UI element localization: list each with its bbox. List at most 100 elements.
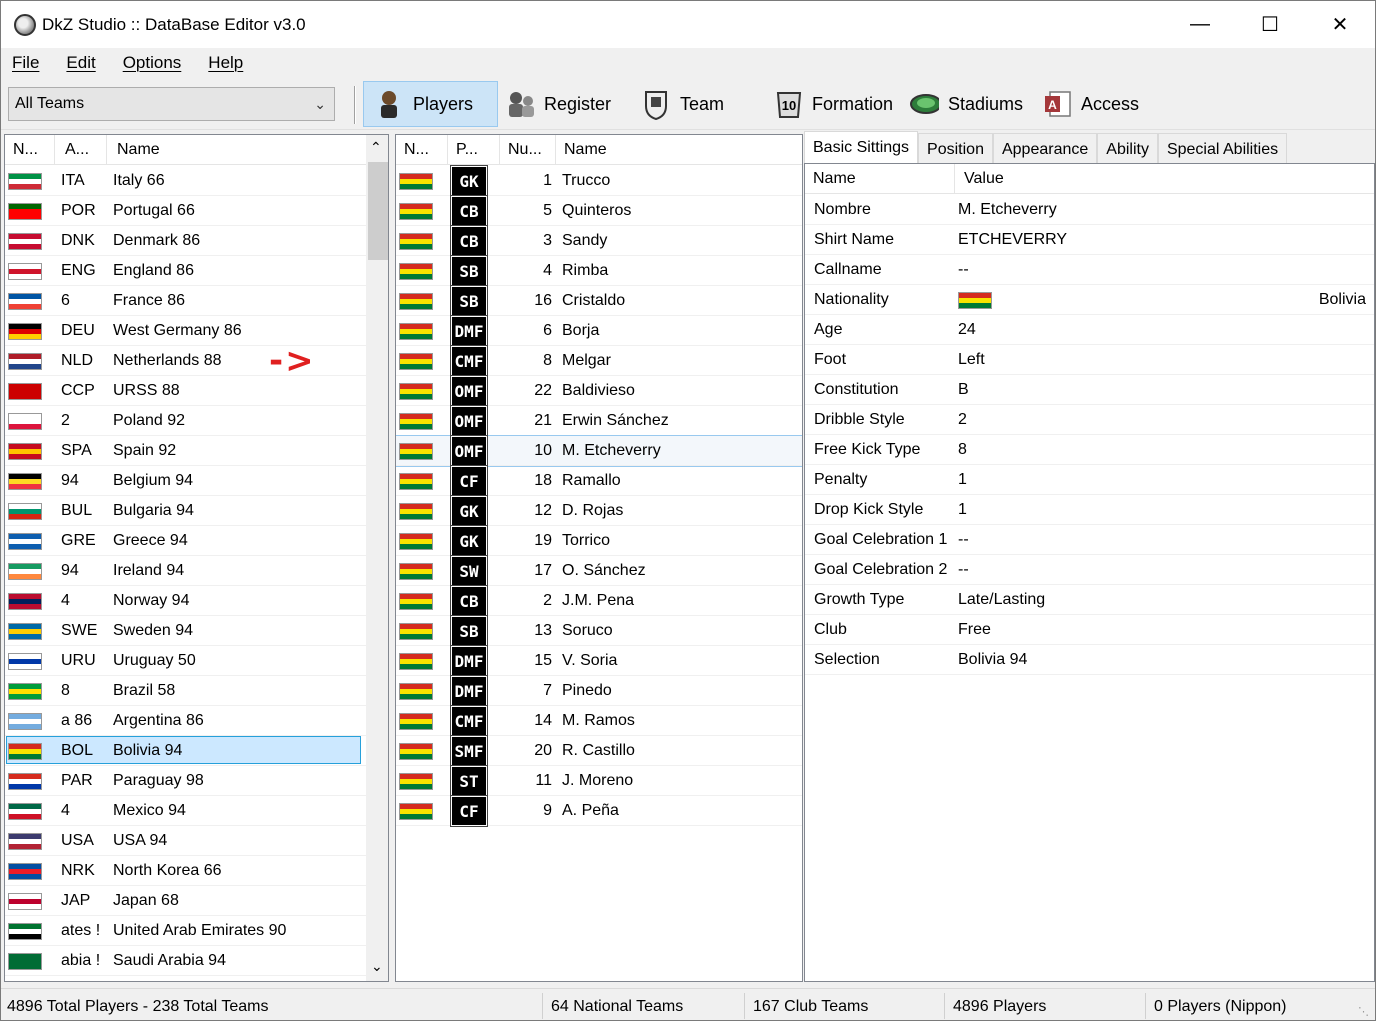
team-row[interactable]: SWE Sweden 94 — [5, 616, 367, 646]
tab-ability[interactable]: Ability — [1097, 133, 1158, 165]
col-player-name-header[interactable]: Name — [556, 135, 802, 165]
country-flag-icon — [8, 413, 42, 430]
team-row[interactable]: JAP Japan 68 — [5, 886, 367, 916]
team-row[interactable]: 94 Belgium 94 — [5, 466, 367, 496]
menu-options[interactable]: Options — [123, 53, 182, 73]
col-nationality-header[interactable]: N... — [5, 135, 55, 165]
resize-grip-icon[interactable]: ⋱ — [1358, 1005, 1369, 1018]
detail-row[interactable]: Age 24 — [805, 315, 1374, 345]
tab-basic-sittings[interactable]: Basic Sittings — [804, 131, 919, 165]
team-row[interactable]: a 86 Argentina 86 — [5, 706, 367, 736]
player-row[interactable]: SB 16 Cristaldo — [396, 285, 802, 317]
chevron-down-icon[interactable]: ⌄ — [314, 96, 326, 113]
player-number: 18 — [534, 472, 552, 489]
player-row[interactable]: SMF 20 R. Castillo — [396, 735, 802, 767]
scroll-down-icon[interactable]: ⌄ — [371, 958, 383, 975]
menu-edit[interactable]: Edit — [66, 53, 95, 73]
detail-row[interactable]: Drop Kick Style 1 — [805, 495, 1374, 525]
team-row[interactable]: abia ! Saudi Arabia 94 — [5, 946, 367, 976]
player-row[interactable]: DMF 7 Pinedo — [396, 675, 802, 707]
player-row[interactable]: OMF 10 M. Etcheverry — [396, 435, 802, 467]
col-nat-header[interactable]: N... — [396, 135, 448, 165]
maximize-button[interactable]: ☐ — [1235, 1, 1305, 48]
team-row[interactable]: BOL Bolivia 94 — [5, 736, 367, 766]
player-row[interactable]: CMF 14 M. Ramos — [396, 705, 802, 737]
team-button[interactable]: Team — [641, 81, 724, 127]
menu-file[interactable]: File — [12, 53, 39, 73]
player-row[interactable]: CB 5 Quinteros — [396, 195, 802, 227]
tab-special-abilities[interactable]: Special Abilities — [1157, 133, 1288, 165]
col-abbr-header[interactable]: A... — [55, 135, 107, 165]
team-row[interactable]: POR Portugal 66 — [5, 196, 367, 226]
team-row[interactable]: 94 Ireland 94 — [5, 556, 367, 586]
player-row[interactable]: OMF 21 Erwin Sánchez — [396, 405, 802, 437]
detail-row[interactable]: Penalty 1 — [805, 465, 1374, 495]
team-row[interactable]: 4 Mexico 94 — [5, 796, 367, 826]
detail-row[interactable]: Shirt Name ETCHEVERRY — [805, 225, 1374, 255]
detail-key: Callname — [814, 261, 882, 278]
detail-row[interactable]: Selection Bolivia 94 — [805, 645, 1374, 675]
player-number: 17 — [534, 562, 552, 579]
detail-row[interactable]: Goal Celebration 1 -- — [805, 525, 1374, 555]
tab-appearance[interactable]: Appearance — [992, 133, 1098, 165]
team-row[interactable]: ates ! United Arab Emirates 90 — [5, 916, 367, 946]
team-row[interactable]: NRK North Korea 66 — [5, 856, 367, 886]
player-row[interactable]: DMF 6 Borja — [396, 315, 802, 347]
scroll-up-icon[interactable]: ⌃ — [370, 139, 382, 156]
team-row[interactable]: ITA Italy 66 — [5, 166, 367, 196]
player-row[interactable]: GK 12 D. Rojas — [396, 495, 802, 527]
player-row[interactable]: CMF 8 Melgar — [396, 345, 802, 377]
player-row[interactable]: OMF 22 Baldivieso — [396, 375, 802, 407]
access-button[interactable]: A Access — [1042, 81, 1139, 127]
team-filter-select[interactable]: All Teams ⌄ — [8, 87, 335, 121]
player-row[interactable]: SB 13 Soruco — [396, 615, 802, 647]
detail-row[interactable]: Nationality Bolivia — [805, 285, 1374, 315]
team-row[interactable]: 8 Brazil 58 — [5, 676, 367, 706]
stadiums-button[interactable]: Stadiums — [909, 81, 1023, 127]
player-row[interactable]: CF 18 Ramallo — [396, 465, 802, 497]
country-flag-icon — [8, 353, 42, 370]
players-button[interactable]: Players — [363, 81, 498, 127]
detail-row[interactable]: Free Kick Type 8 — [805, 435, 1374, 465]
register-button[interactable]: Register — [505, 81, 611, 127]
team-row[interactable]: GRE Greece 94 — [5, 526, 367, 556]
team-row[interactable]: SPA Spain 92 — [5, 436, 367, 466]
player-row[interactable]: GK 1 Trucco — [396, 165, 802, 197]
detail-row[interactable]: Nombre M. Etcheverry — [805, 195, 1374, 225]
team-row[interactable]: USA USA 94 — [5, 826, 367, 856]
detail-row[interactable]: Goal Celebration 2 -- — [805, 555, 1374, 585]
team-row[interactable]: PAR Paraguay 98 — [5, 766, 367, 796]
formation-button[interactable]: 10 Formation — [773, 81, 893, 127]
player-row[interactable]: CB 2 J.M. Pena — [396, 585, 802, 617]
detail-row[interactable]: Foot Left — [805, 345, 1374, 375]
team-row[interactable]: 4 Norway 94 — [5, 586, 367, 616]
col-num-header[interactable]: Nu... — [500, 135, 556, 165]
detail-row[interactable]: Callname -- — [805, 255, 1374, 285]
detail-row[interactable]: Club Free — [805, 615, 1374, 645]
detail-row[interactable]: Constitution B — [805, 375, 1374, 405]
detail-row[interactable]: Dribble Style 2 — [805, 405, 1374, 435]
player-row[interactable]: SB 4 Rimba — [396, 255, 802, 287]
player-row[interactable]: CB 3 Sandy — [396, 225, 802, 257]
player-row[interactable]: GK 19 Torrico — [396, 525, 802, 557]
teams-scrollbar[interactable]: ⌃ ⌄ — [366, 135, 388, 981]
detail-row[interactable]: Growth Type Late/Lasting — [805, 585, 1374, 615]
player-number: 3 — [543, 232, 552, 249]
menu-help[interactable]: Help — [208, 53, 243, 73]
col-pos-header[interactable]: P... — [448, 135, 500, 165]
team-row[interactable]: BUL Bulgaria 94 — [5, 496, 367, 526]
team-row[interactable]: 6 France 86 — [5, 286, 367, 316]
player-row[interactable]: ST 11 J. Moreno — [396, 765, 802, 797]
team-row[interactable]: URU Uruguay 50 — [5, 646, 367, 676]
tab-position[interactable]: Position — [918, 133, 993, 165]
team-row[interactable]: ENG England 86 — [5, 256, 367, 286]
team-row[interactable]: DNK Denmark 86 — [5, 226, 367, 256]
scroll-thumb[interactable] — [368, 162, 388, 260]
minimize-button[interactable]: — — [1165, 1, 1235, 48]
team-row[interactable]: 2 Poland 92 — [5, 406, 367, 436]
player-row[interactable]: CF 9 A. Peña — [396, 795, 802, 827]
player-row[interactable]: DMF 15 V. Soria — [396, 645, 802, 677]
col-name-header[interactable]: Name — [107, 135, 367, 165]
close-button[interactable]: ✕ — [1305, 1, 1375, 48]
player-row[interactable]: SW 17 O. Sánchez — [396, 555, 802, 587]
